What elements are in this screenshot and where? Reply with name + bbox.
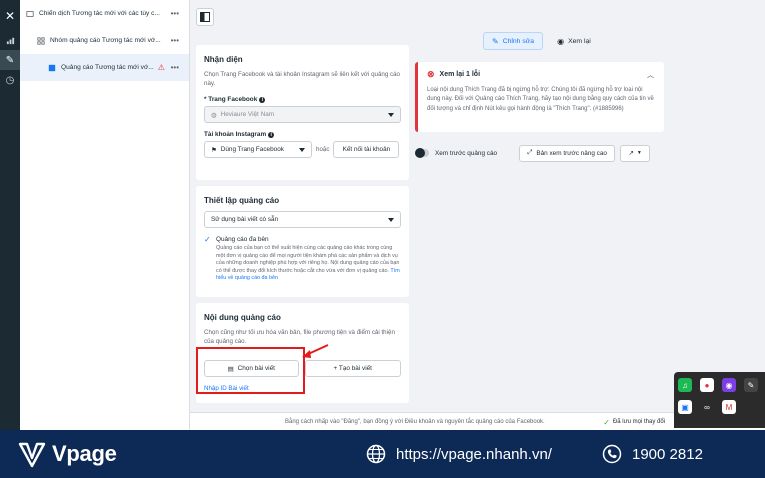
edit-icon[interactable]: ✎ — [0, 50, 20, 70]
collapse-panel-button[interactable] — [196, 8, 214, 26]
preview-tabs: ✎ Chỉnh sửa ◉ Xem lại — [483, 32, 599, 50]
ad-setup-value: Sử dụng bài viết có sẵn — [211, 216, 279, 223]
preview-toggle-label: Xem trước quảng cáo — [435, 149, 498, 157]
tree-item-ad[interactable]: Quảng cáo Tương tác mới vớ... ⚠ ••• — [20, 54, 189, 81]
more-icon[interactable]: ••• — [171, 9, 179, 18]
website-info: https://vpage.nhanh.vn/ — [366, 444, 552, 464]
app-icon[interactable]: ● — [700, 378, 714, 392]
ad-setup-card: Thiết lập quảng cáo Sử dụng bài viết có … — [196, 186, 409, 297]
campaign-name: Chiến dịch Tương tác mới với các tùy c..… — [39, 10, 160, 17]
error-icon: ⊗ — [427, 69, 435, 79]
brand-logo: Vpage — [18, 440, 117, 468]
brand-banner: Vpage https://vpage.nhanh.vn/ 1900 2812 — [0, 430, 765, 478]
setup-title: Thiết lập quảng cáo — [204, 196, 280, 205]
ad-setup-select[interactable]: Sử dụng bài viết có sẵn — [204, 211, 401, 228]
tab-review[interactable]: ◉ Xem lại — [549, 32, 599, 50]
more-icon[interactable]: ••• — [171, 63, 179, 72]
share-button[interactable]: ↗ ▼ — [620, 144, 651, 162]
grid-icon — [37, 36, 45, 45]
instagram-account-value: Dùng Trang Facebook — [220, 146, 284, 153]
website-url[interactable]: https://vpage.nhanh.vn/ — [396, 446, 552, 463]
link-icon[interactable]: ∞ — [700, 400, 714, 414]
pen-icon[interactable]: ✎ — [744, 378, 758, 392]
history-icon[interactable]: ◷ — [0, 70, 20, 90]
chart-icon[interactable] — [0, 30, 20, 50]
ad-icon — [48, 64, 56, 71]
identity-desc: Chọn Trang Facebook và tài khoản Instagr… — [204, 71, 400, 87]
consent-text: Bằng cách nhấp vào "Đăng", bạn đồng ý vớ… — [285, 418, 545, 425]
preview-toggle[interactable] — [415, 148, 429, 158]
gmail-icon[interactable]: M — [722, 400, 736, 414]
info-icon: i — [268, 132, 275, 138]
instagram-account-label: Tài khoản Instagram i — [204, 131, 401, 138]
warning-icon: ⚠ — [157, 63, 165, 72]
adset-name: Nhóm quảng cáo Tương tác mới vớ... — [50, 37, 161, 44]
close-icon[interactable]: ✕ — [0, 6, 20, 26]
facebook-page-select[interactable]: ◍ Heviaure Việt Nam — [204, 106, 401, 123]
save-status: ✓ Đã lưu mọi thay đổi — [603, 417, 665, 427]
identity-card: Nhận diện Chọn Trang Facebook và tài kho… — [196, 45, 409, 180]
preview-controls: Xem trước quảng cáo ⤢ Bản xem trước nâng… — [415, 144, 664, 162]
app-icon[interactable]: ◉ — [722, 378, 736, 392]
multi-advertiser-option[interactable]: ✓ Quảng cáo đa bên Quảng cáo của bạn có … — [204, 236, 401, 283]
globe-icon: ◍ — [211, 111, 217, 119]
chevron-up-icon[interactable]: ︿ — [647, 70, 654, 80]
left-rail: ✕ ✎ ◷ — [0, 0, 20, 430]
check-icon[interactable]: ✓ — [204, 236, 212, 244]
check-icon: ✓ — [603, 417, 610, 427]
chevron-down-icon: ▼ — [636, 150, 642, 156]
app-root: ✕ ✎ ◷ Chiến dịch Tương tác mới với các t… — [0, 0, 765, 478]
eye-icon: ◉ — [557, 36, 565, 46]
chevron-down-icon — [388, 218, 394, 222]
identity-title: Nhận diện — [204, 55, 243, 64]
multi-advertiser-title: Quảng cáo đa bên — [216, 236, 269, 243]
tab-edit[interactable]: ✎ Chỉnh sửa — [483, 32, 544, 50]
folder-icon — [26, 10, 34, 17]
campaign-tree: Chiến dịch Tương tác mới với các tùy c..… — [20, 0, 190, 430]
pencil-icon: ✎ — [492, 36, 499, 46]
share-icon: ↗ — [628, 150, 634, 157]
sidebar-toggle-icon — [200, 12, 210, 22]
error-title: Xem lại 1 lỗi — [439, 71, 481, 78]
flag-icon: ⚑ — [211, 146, 217, 154]
more-icon[interactable]: ••• — [171, 36, 179, 45]
instagram-account-select[interactable]: ⚑ Dùng Trang Facebook — [204, 141, 312, 158]
ad-name: Quảng cáo Tương tác mới vớ... — [61, 64, 154, 71]
editor-panel: Nhận diện Chọn Trang Facebook và tài kho… — [190, 0, 765, 430]
spotify-icon[interactable]: ♫ — [678, 378, 692, 392]
highlight-box — [196, 347, 305, 394]
advanced-preview-button[interactable]: ⤢ Bản xem trước nâng cao — [519, 144, 616, 162]
chevron-down-icon — [299, 148, 305, 152]
multi-advertiser-desc: Quảng cáo của bạn có thể xuất hiện cùng … — [216, 245, 400, 274]
facebook-page-label: * Trang Facebook i — [204, 96, 401, 103]
connect-account-button[interactable]: Kết nối tài khoản — [333, 141, 400, 158]
info-icon: i — [259, 97, 266, 103]
tree-item-adset[interactable]: Nhóm quảng cáo Tương tác mới vớ... ••• — [20, 27, 189, 54]
error-body: Loại nội dung Thích Trang đã bị ngừng hỗ… — [427, 87, 654, 112]
phone-icon — [602, 444, 622, 464]
phone-number[interactable]: 1900 2812 — [632, 446, 703, 463]
content-title: Nội dung quảng cáo — [204, 313, 281, 322]
arrow-annotation — [302, 344, 329, 358]
facebook-page-value: Heviaure Việt Nam — [220, 111, 275, 118]
vpage-logo-icon — [18, 442, 46, 468]
or-text: hoặc — [316, 146, 330, 153]
app-icon[interactable]: ▣ — [678, 400, 692, 414]
chevron-down-icon — [388, 113, 394, 117]
create-post-button[interactable]: + Tạo bài viết — [304, 360, 401, 377]
expand-icon: ⤢ — [527, 149, 533, 156]
system-tray: ♫ ● ◉ ✎ ▣ ∞ M — [674, 372, 765, 428]
tree-item-campaign[interactable]: Chiến dịch Tương tác mới với các tùy c..… — [20, 0, 189, 27]
error-panel: ⊗ Xem lại 1 lỗi ︿ Loại nội dung Thích Tra… — [415, 62, 664, 132]
phone-info: 1900 2812 — [602, 444, 703, 464]
globe-icon — [366, 444, 386, 464]
brand-name: Vpage — [52, 441, 117, 466]
